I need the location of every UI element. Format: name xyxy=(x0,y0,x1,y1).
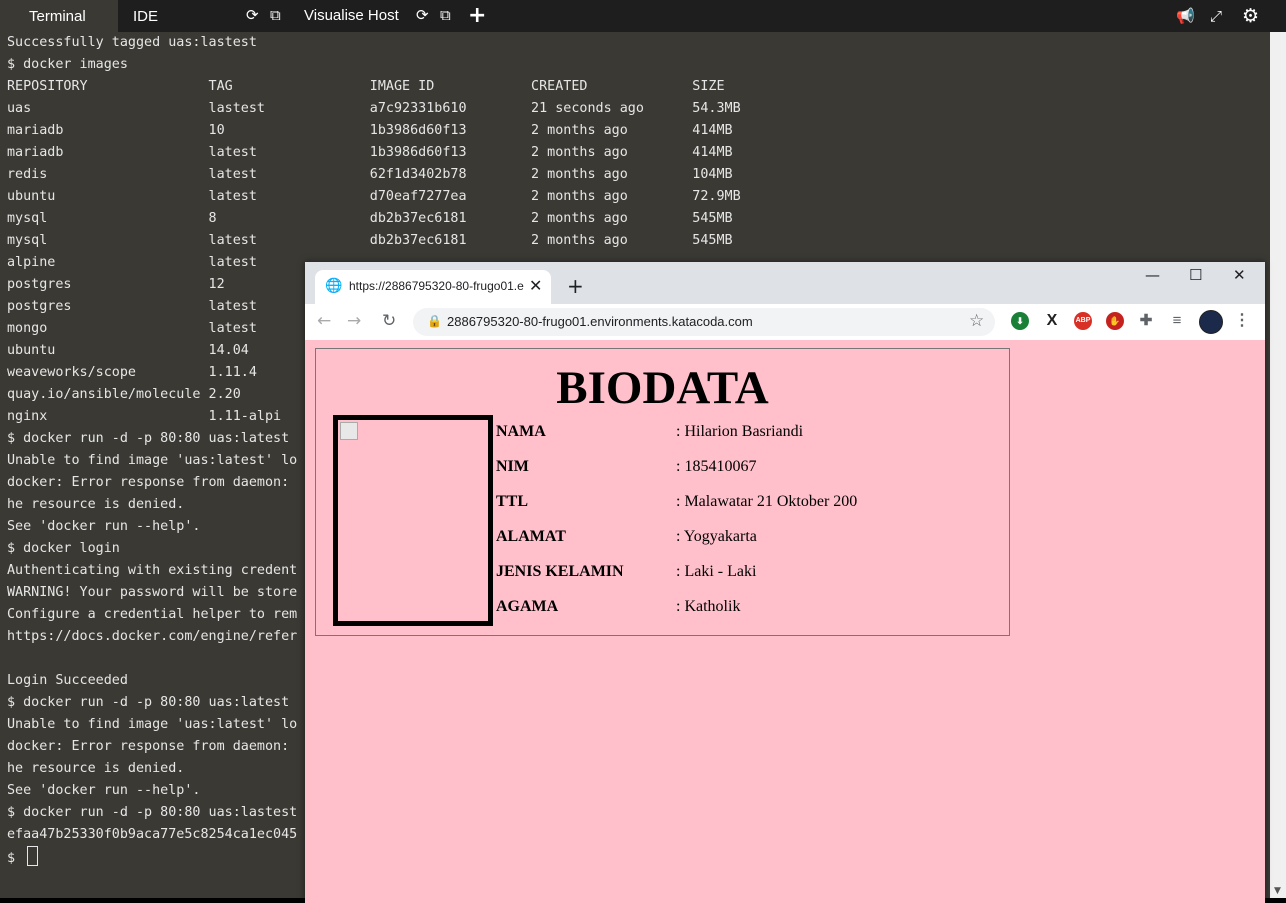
reload-icon[interactable]: ↻ xyxy=(382,311,396,331)
field-label: AGAMA xyxy=(496,598,559,615)
field-label: NAMA xyxy=(496,423,546,440)
terminal-line: postgres latest xyxy=(7,299,257,314)
browser-tab-strip: 🌐 https://2886795320-80-frugo01.e ✕ + — … xyxy=(305,262,1265,304)
terminal-line: $ docker run -d -p 80:80 uas:latest xyxy=(7,431,290,446)
terminal-line: he resource is denied. xyxy=(7,497,185,512)
field-value: : Laki - Laki xyxy=(676,563,757,580)
profile-avatar[interactable] xyxy=(1199,310,1223,334)
bookmark-star-icon[interactable]: ☆ xyxy=(969,311,984,331)
add-tab-icon[interactable]: + xyxy=(468,3,486,28)
terminal-line: Unable to find image 'uas:latest' lo xyxy=(7,717,298,732)
terminal-line: postgres 12 xyxy=(7,277,225,292)
scroll-down-icon[interactable]: ▼ xyxy=(1274,886,1281,896)
terminal-line: alpine latest xyxy=(7,255,257,270)
address-url[interactable]: 2886795320-80-frugo01.environments.katac… xyxy=(447,314,753,329)
external-link-icon[interactable]: ⧉ xyxy=(440,6,451,24)
back-icon[interactable]: ← xyxy=(317,311,331,331)
external-link-icon[interactable]: ⧉ xyxy=(270,6,281,24)
terminal-line: mariadb latest 1b3986d60f13 2 months ago… xyxy=(7,145,733,160)
terminal-line: docker: Error response from daemon: xyxy=(7,475,290,490)
close-window-icon[interactable]: ✕ xyxy=(1233,266,1246,284)
megaphone-icon[interactable]: 📢 xyxy=(1176,7,1195,25)
browser-tab[interactable]: 🌐 https://2886795320-80-frugo01.e ✕ xyxy=(315,270,551,304)
tab-ide[interactable]: IDE xyxy=(133,8,158,25)
web-page: BIODATA NAMA : Hilarion Basriandi NIM : … xyxy=(305,340,1265,903)
expand-icon[interactable]: ⤢ xyxy=(1210,7,1222,25)
biodata-panel: BIODATA NAMA : Hilarion Basriandi NIM : … xyxy=(315,348,1010,636)
broken-image-icon xyxy=(340,422,358,440)
terminal-line: $ docker run -d -p 80:80 uas:latest xyxy=(7,695,290,710)
terminal-line: $ docker images xyxy=(7,57,128,72)
new-tab-icon[interactable]: + xyxy=(567,274,584,298)
terminal-line: docker: Error response from daemon: xyxy=(7,739,290,754)
terminal-line: he resource is denied. xyxy=(7,761,185,776)
terminal-line: Configure a credential helper to rem xyxy=(7,607,298,622)
terminal-line: See 'docker run --help'. xyxy=(7,519,201,534)
terminal-line: mongo latest xyxy=(7,321,257,336)
terminal-line: mysql latest db2b37ec6181 2 months ago 5… xyxy=(7,233,733,248)
terminal-line: WARNING! Your password will be store xyxy=(7,585,298,600)
field-label: JENIS KELAMIN xyxy=(496,563,624,580)
terminal-line: quay.io/ansible/molecule 2.20 xyxy=(7,387,241,402)
terminal-line: mariadb 10 1b3986d60f13 2 months ago 414… xyxy=(7,123,733,138)
puzzle-icon[interactable]: ✚ xyxy=(1137,312,1155,330)
terminal-line: $ docker run -d -p 80:80 uas:lastest xyxy=(7,805,298,820)
field-label: TTL xyxy=(496,493,529,510)
terminal-line: Login Succeeded xyxy=(7,673,128,688)
playlist-icon[interactable]: ≡ xyxy=(1168,312,1186,330)
profile-photo xyxy=(333,415,493,626)
browser-toolbar: ← → ↻ 🔒 2886795320-80-frugo01.environmen… xyxy=(305,304,1265,340)
terminal-line: efaa47b25330f0b9aca77e5c8254ca1ec045 xyxy=(7,827,298,842)
browser-window: 🌐 https://2886795320-80-frugo01.e ✕ + — … xyxy=(305,262,1265,903)
close-tab-icon[interactable]: ✕ xyxy=(529,276,542,295)
field-label: ALAMAT xyxy=(496,528,566,545)
terminal-line: $ xyxy=(7,846,39,868)
maximize-icon[interactable]: ☐ xyxy=(1189,266,1202,284)
terminal-line: REPOSITORY TAG IMAGE ID CREATED SIZE xyxy=(7,79,725,94)
terminal-line: $ docker login xyxy=(7,541,120,556)
stop-extension-icon[interactable]: ✋ xyxy=(1106,312,1124,330)
terminal-line: https://docs.docker.com/engine/refer xyxy=(7,629,298,644)
gear-icon[interactable]: ⚙ xyxy=(1242,5,1259,27)
field-value: : Malawatar 21 Oktober 200 xyxy=(676,493,858,510)
terminal-line: Unable to find image 'uas:latest' lo xyxy=(7,453,298,468)
terminal-line: nginx 1.11-alpi xyxy=(7,409,282,424)
browser-tab-title: https://2886795320-80-frugo01.e xyxy=(349,279,524,293)
forward-icon[interactable]: → xyxy=(347,311,361,331)
tab-terminal[interactable]: Terminal xyxy=(0,0,118,32)
terminal-line: Successfully tagged uas:lastest xyxy=(7,35,257,50)
terminal-line: uas lastest a7c92331b610 21 seconds ago … xyxy=(7,101,741,116)
terminal-line: See 'docker run --help'. xyxy=(7,783,201,798)
field-label: NIM xyxy=(496,458,529,475)
field-value: : Yogyakarta xyxy=(676,528,757,545)
x-extension-icon[interactable]: X xyxy=(1043,312,1061,330)
terminal-line: redis latest 62f1d3402b78 2 months ago 1… xyxy=(7,167,733,182)
idm-extension-icon[interactable]: ⬇ xyxy=(1011,312,1029,330)
terminal-line: weaveworks/scope 1.11.4 xyxy=(7,365,257,380)
page-title: BIODATA xyxy=(556,362,769,414)
field-value: : 185410067 xyxy=(676,458,757,475)
terminal-line: ubuntu 14.04 xyxy=(7,343,249,358)
adblock-extension-icon[interactable]: ABP xyxy=(1074,312,1092,330)
refresh-icon[interactable]: ⟳ xyxy=(416,6,429,24)
address-bar[interactable]: 🔒 2886795320-80-frugo01.environments.kat… xyxy=(413,308,995,336)
lock-icon[interactable]: 🔒 xyxy=(427,314,442,328)
terminal-scrollbar[interactable]: ▼ xyxy=(1270,32,1286,898)
field-value: : Katholik xyxy=(676,598,741,615)
terminal-cursor xyxy=(27,846,39,866)
top-tab-bar: Terminal IDE ⟳ ⧉ Visualise Host ⟳ ⧉ + 📢 … xyxy=(0,0,1286,32)
terminal-line: Authenticating with existing credent xyxy=(7,563,298,578)
refresh-icon[interactable]: ⟳ xyxy=(246,6,259,24)
globe-icon: 🌐 xyxy=(325,278,343,294)
terminal-line: ubuntu latest d70eaf7277ea 2 months ago … xyxy=(7,189,741,204)
minimize-icon[interactable]: — xyxy=(1145,266,1160,284)
terminal-line: mysql 8 db2b37ec6181 2 months ago 545MB xyxy=(7,211,733,226)
menu-icon[interactable]: ⋮ xyxy=(1233,312,1251,330)
field-value: : Hilarion Basriandi xyxy=(676,423,804,440)
tab-terminal-label: Terminal xyxy=(29,8,86,25)
tab-visualise-host[interactable]: Visualise Host xyxy=(304,7,399,24)
